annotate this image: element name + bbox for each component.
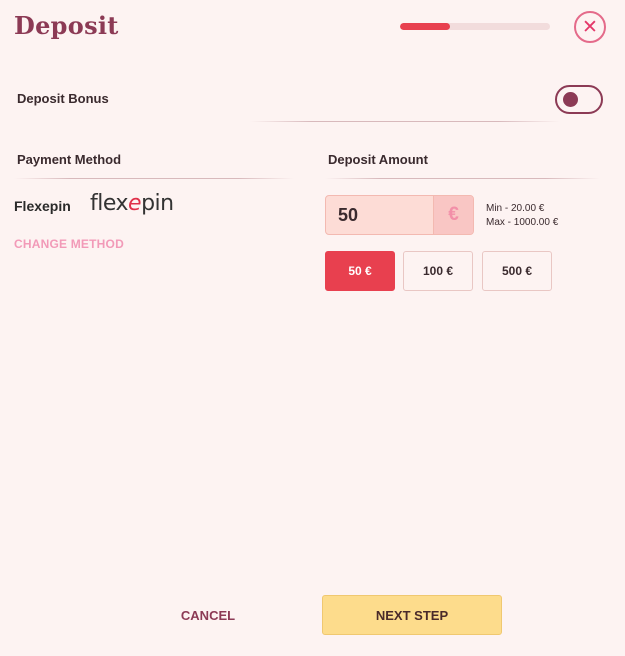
- preset-amount-50-button[interactable]: 50 €: [325, 251, 395, 291]
- divider: [325, 178, 600, 179]
- close-button[interactable]: ✕: [574, 11, 606, 43]
- preset-amount-100-button[interactable]: 100 €: [403, 251, 473, 291]
- deposit-bonus-toggle[interactable]: [555, 85, 603, 114]
- step-progress-fill: [400, 23, 450, 30]
- toggle-knob: [563, 92, 578, 107]
- flexepin-logo: flexepin: [90, 191, 174, 216]
- cancel-button[interactable]: CANCEL: [160, 596, 256, 634]
- deposit-limits: Min - 20.00 € Max - 1000.00 €: [486, 202, 558, 230]
- divider: [14, 178, 294, 179]
- euro-icon: €: [433, 196, 473, 234]
- max-limit-text: Max - 1000.00 €: [486, 217, 559, 228]
- step-progress-bar: [400, 23, 550, 30]
- deposit-bonus-label: Deposit Bonus: [17, 91, 109, 106]
- next-step-button[interactable]: NEXT STEP: [322, 595, 502, 635]
- deposit-amount-input[interactable]: [326, 196, 434, 234]
- min-limit-text: Min - 20.00 €: [486, 203, 545, 214]
- change-method-link[interactable]: CHANGE METHOD: [14, 237, 124, 251]
- preset-amount-500-button[interactable]: 500 €: [482, 251, 552, 291]
- deposit-amount-field: €: [325, 195, 474, 235]
- close-icon: ✕: [582, 15, 598, 38]
- divider: [250, 121, 560, 122]
- deposit-amount-label: Deposit Amount: [328, 152, 428, 167]
- payment-method-name: Flexepin: [14, 198, 71, 214]
- page-title: Deposit: [14, 11, 119, 40]
- payment-method-label: Payment Method: [17, 152, 122, 167]
